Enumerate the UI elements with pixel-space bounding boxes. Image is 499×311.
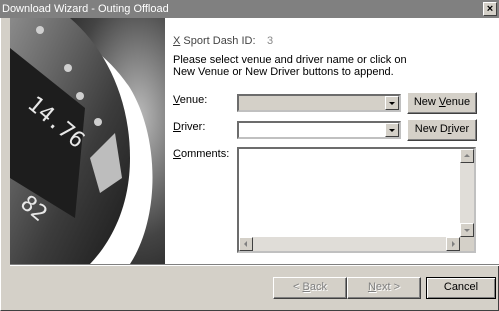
new-venue-button[interactable]: New Venue: [407, 92, 477, 114]
driver-dropdown[interactable]: [237, 121, 401, 139]
next-button[interactable]: Next >: [347, 277, 421, 299]
sport-dash-id-value: 3: [267, 35, 274, 47]
driver-label: Driver:: [173, 121, 206, 133]
instruction-text: Please select venue and driver name or c…: [173, 54, 407, 78]
close-icon: ×: [486, 3, 494, 15]
chevron-down-icon[interactable]: [385, 123, 399, 137]
close-button[interactable]: ×: [483, 2, 497, 16]
scroll-corner: [460, 237, 474, 251]
scroll-down-icon[interactable]: [460, 223, 474, 237]
venue-label: Venue:: [173, 94, 208, 106]
separator-line: [10, 264, 499, 266]
chevron-down-icon[interactable]: [385, 96, 399, 110]
title-bar: Download Wizard - Outing Offload ×: [0, 0, 499, 18]
cancel-button[interactable]: Cancel: [426, 277, 496, 299]
scroll-up-icon[interactable]: [460, 149, 474, 163]
comments-textarea[interactable]: [237, 147, 476, 253]
scroll-right-icon[interactable]: [446, 237, 460, 251]
wizard-dialog: 14.76 82 X Sport Dash ID: 3 Please selec…: [0, 18, 499, 311]
window-title: Download Wizard - Outing Offload: [2, 3, 169, 15]
steering-wheel-graphic: 14.76 82: [10, 18, 165, 264]
horizontal-scrollbar[interactable]: [239, 237, 460, 251]
sport-dash-label: X Sport Dash ID:: [173, 35, 256, 47]
venue-dropdown[interactable]: [237, 94, 401, 112]
comments-label: Comments:: [173, 148, 230, 160]
scroll-left-icon[interactable]: [239, 237, 253, 251]
new-driver-button[interactable]: New Driver: [407, 119, 477, 141]
steering-wheel-image: 14.76 82: [10, 18, 165, 264]
back-button[interactable]: < Back: [273, 277, 347, 299]
vertical-scrollbar[interactable]: [460, 149, 474, 237]
